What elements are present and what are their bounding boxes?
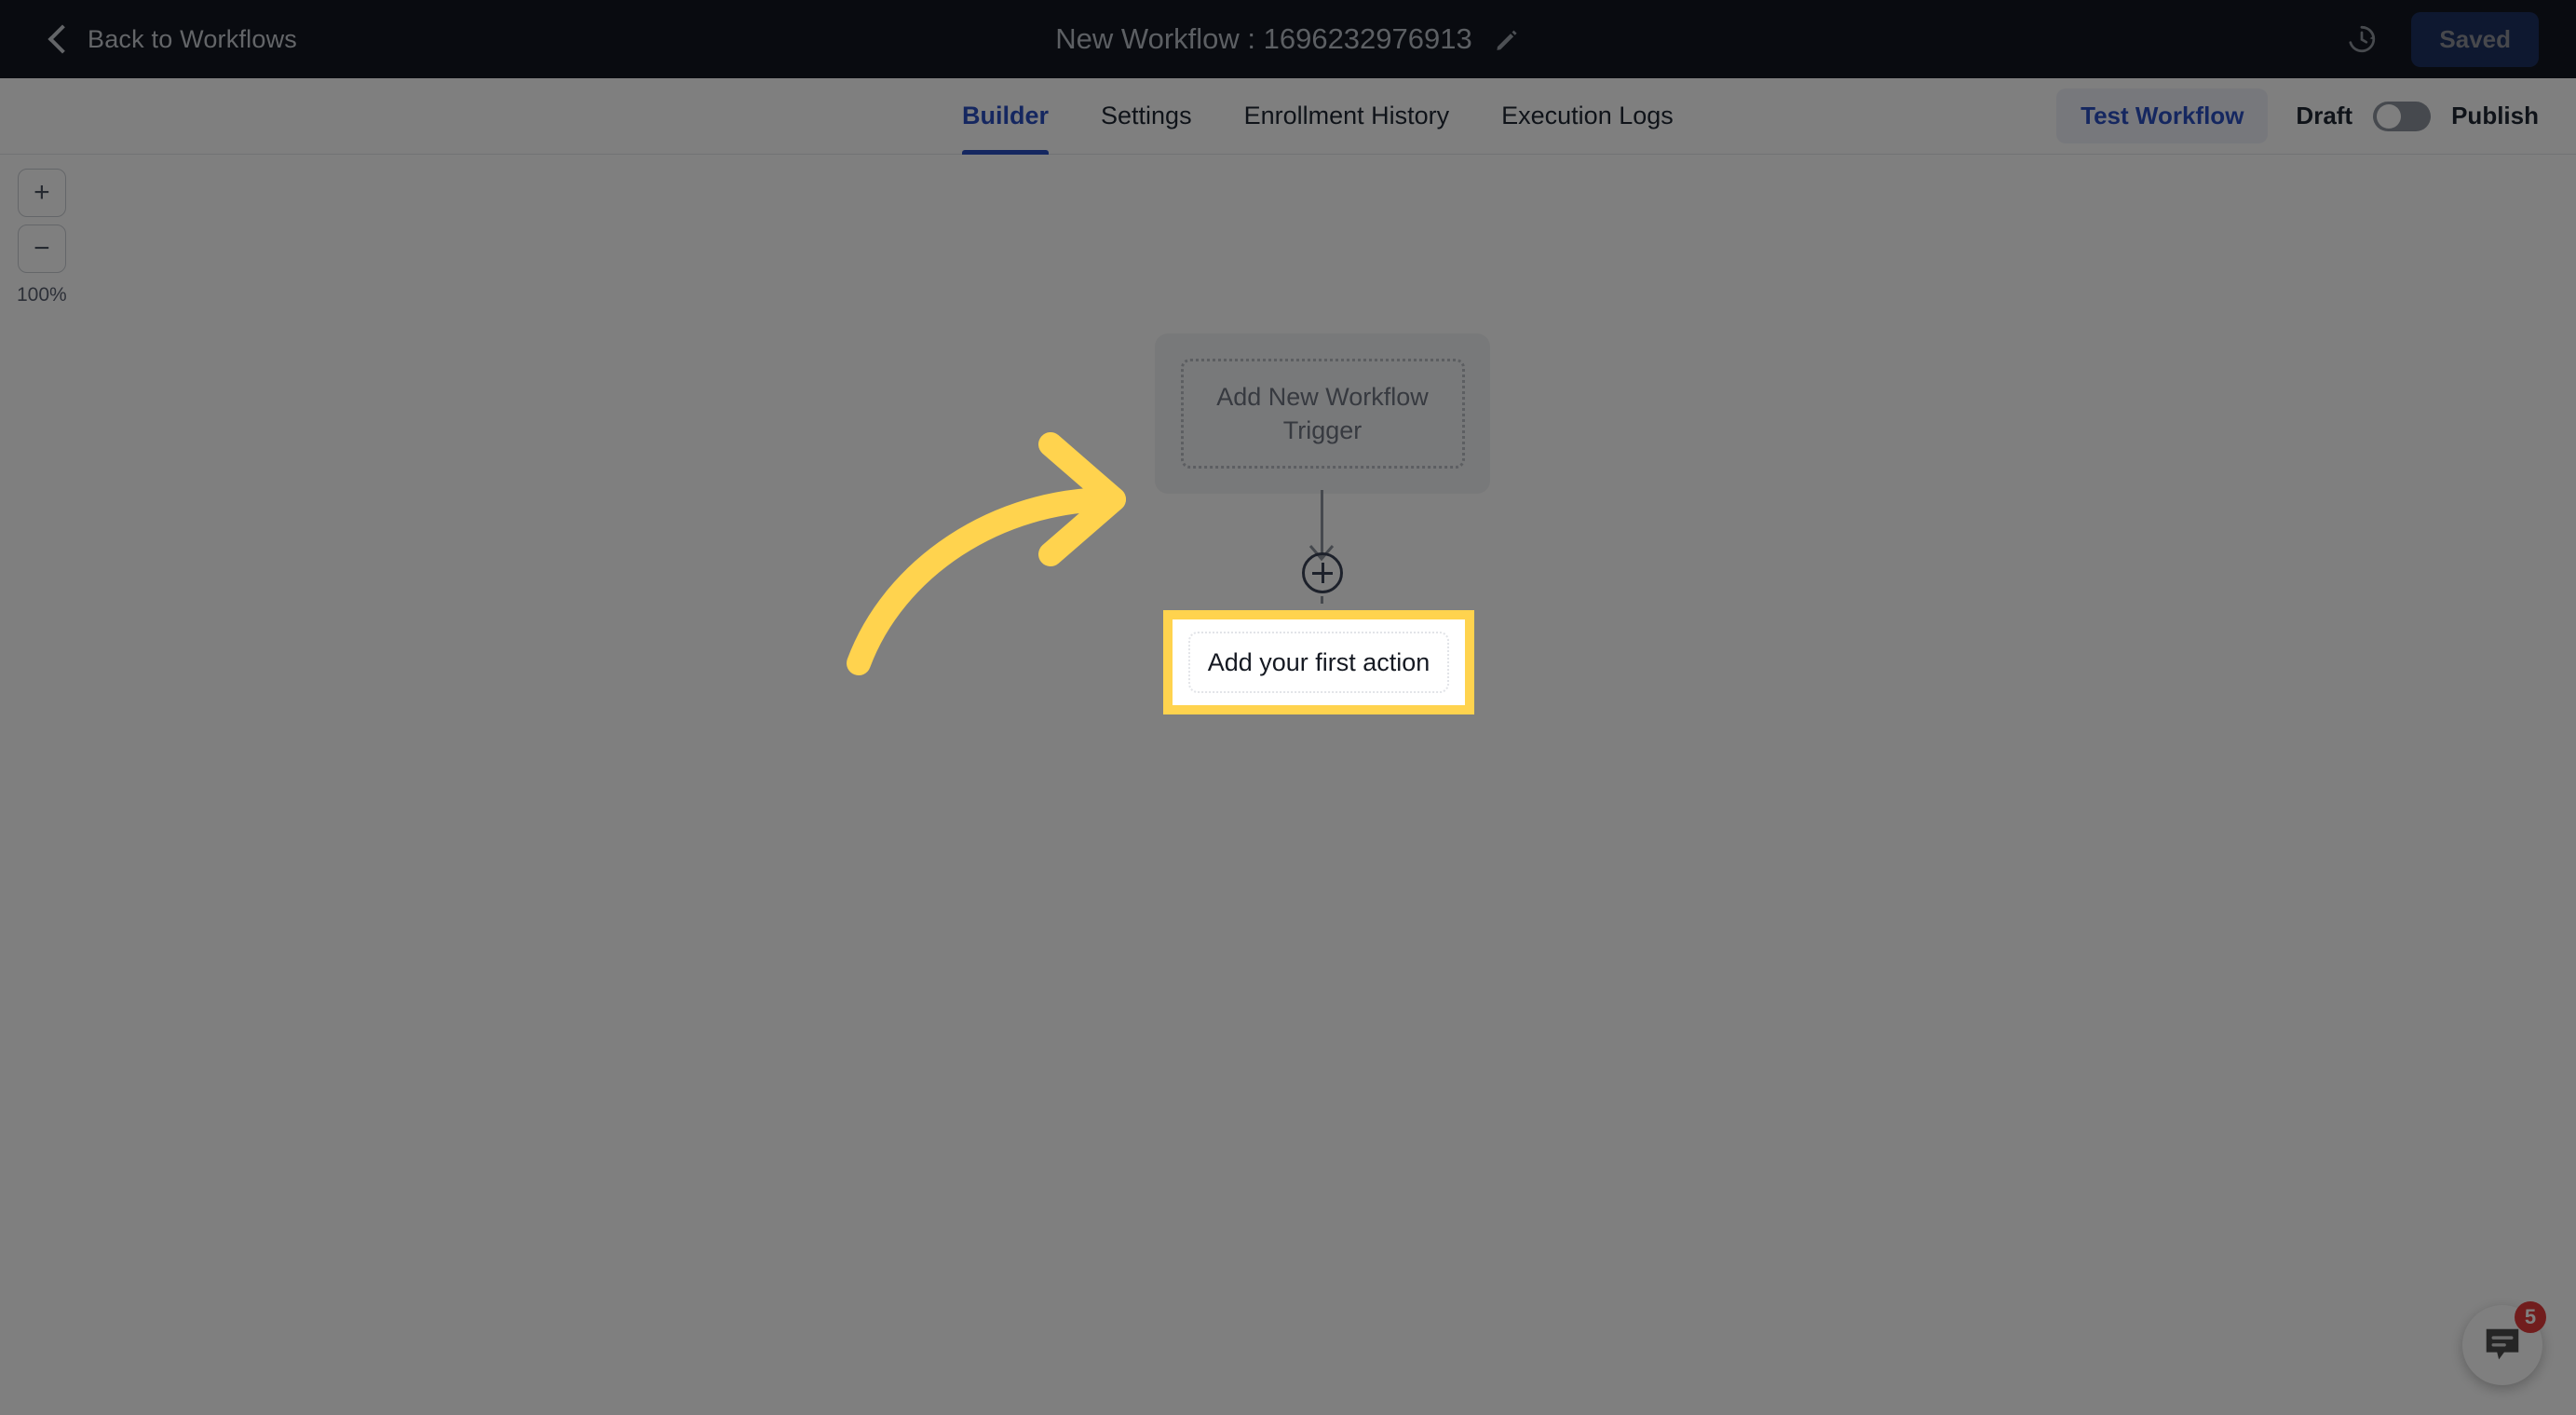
publish-toggle-group: Draft Publish [2296,101,2539,131]
workflow-canvas[interactable]: + − 100% Add New Workflow Trigger Add yo… [0,155,2576,1415]
tab-settings[interactable]: Settings [1075,78,1218,155]
publish-label: Publish [2451,102,2539,129]
tab-execution-logs-label: Execution Logs [1501,102,1674,129]
zoom-out-button[interactable]: − [17,224,66,273]
tab-builder-label: Builder [962,102,1050,129]
pencil-icon[interactable] [1493,25,1521,53]
zoom-in-icon: + [34,177,50,208]
chat-unread-badge: 5 [2515,1301,2546,1333]
tab-enrollment-history-label: Enrollment History [1243,102,1450,129]
tab-enrollment-history[interactable]: Enrollment History [1218,78,1476,155]
chevron-left-icon [47,24,77,54]
app-header: Back to Workflows New Workflow : 1696232… [0,0,2576,78]
first-action-highlight-frame-top: Add your first action [1163,610,1474,714]
saved-button[interactable]: Saved [2411,11,2539,67]
zoom-percentage-label: 100% [17,284,67,306]
workflow-title-group: New Workflow : 1696232976913 [0,22,2576,56]
test-workflow-button[interactable]: Test Workflow [2056,88,2269,143]
add-workflow-trigger-node[interactable]: Add New Workflow Trigger [1155,333,1490,494]
tab-settings-label: Settings [1101,102,1192,129]
header-actions: Saved [2346,11,2539,67]
action-node-label-top: Add your first action [1207,647,1430,676]
back-to-workflows-button[interactable]: Back to Workflows [47,24,297,54]
workflow-builder-page: + − 100% Add New Workflow Trigger Add yo… [0,0,2576,1415]
zoom-controls: + − 100% [17,169,67,306]
toggle-knob [2377,103,2402,129]
chat-widget-button[interactable]: 5 [2462,1301,2546,1385]
back-to-workflows-label: Back to Workflows [88,24,297,53]
history-clock-icon[interactable] [2346,23,2378,55]
test-workflow-label: Test Workflow [2081,102,2244,129]
zoom-in-button[interactable]: + [17,169,66,217]
workflow-title: New Workflow : 1696232976913 [1055,22,1472,55]
saved-button-label: Saved [2439,24,2511,53]
trigger-node-label: Add New Workflow Trigger [1216,382,1429,444]
tabbar-actions: Test Workflow Draft Publish [2056,88,2539,143]
zoom-out-icon: − [34,233,50,264]
trigger-dashed-frame: Add New Workflow Trigger [1180,359,1465,469]
highlighted-action-spotlight: Add your first action [1163,610,1474,714]
action-dotted-frame-top: Add your first action [1188,632,1449,693]
publish-toggle-switch[interactable] [2373,101,2432,131]
draft-label: Draft [2296,102,2353,129]
workflow-tabbar: Builder Settings Enrollment History Exec… [0,78,2576,155]
chat-bubble-icon [2486,1328,2519,1360]
tab-execution-logs[interactable]: Execution Logs [1475,78,1700,155]
add-step-plus-button[interactable] [1302,552,1343,593]
tab-list: Builder Settings Enrollment History Exec… [936,78,1700,155]
plus-vertical-bar [1321,563,1324,583]
add-first-action-node-top[interactable]: Add your first action [1173,619,1465,705]
tab-builder[interactable]: Builder [936,78,1075,155]
